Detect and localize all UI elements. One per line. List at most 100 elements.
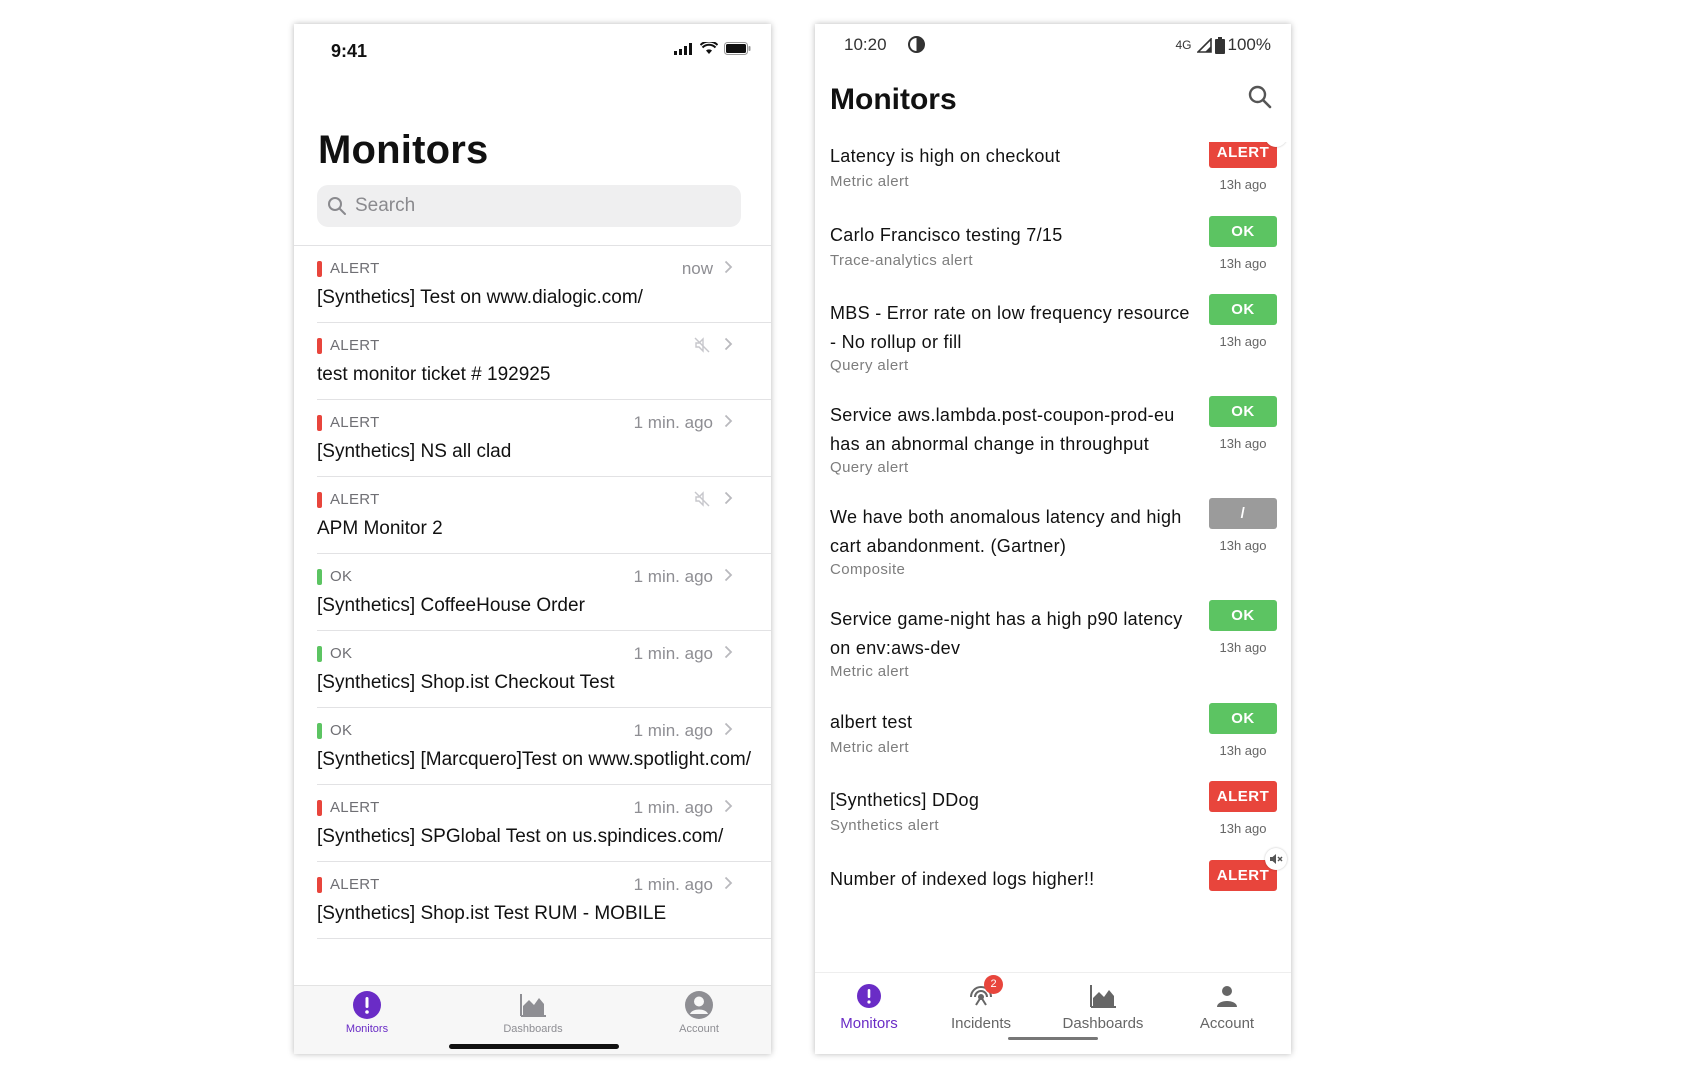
chevron-right-icon (724, 799, 733, 818)
monitor-list-item[interactable]: Service game-night has a high p90 latenc… (815, 600, 1291, 685)
monitor-meta-row: OK 1 min. ago (317, 554, 751, 588)
dnd-icon (908, 36, 925, 53)
monitor-list-item[interactable]: ALERT 1 min. ago [Synthetics] SPGlobal Tes… (317, 785, 771, 862)
battery-icon (1214, 36, 1225, 54)
monitor-list-item[interactable]: [Synthetics] DDog Synthetics alert ALERT 13… (815, 781, 1291, 866)
monitor-time: 1 min. ago (633, 721, 713, 740)
search-input[interactable] (353, 194, 737, 218)
status-badge: OK (1209, 396, 1277, 427)
nav-monitors[interactable]: Monitors (815, 983, 924, 1032)
tab-dashboards[interactable]: Dashboards (473, 990, 593, 1035)
monitor-meta-row: ALERT 1 min. ago (317, 400, 751, 434)
monitor-time: 13h ago (1219, 821, 1267, 836)
chevron-right-icon (724, 491, 733, 510)
monitor-status: OK (330, 568, 353, 585)
monitor-name: test monitor ticket # 192925 (317, 364, 551, 385)
tab-monitors[interactable]: Monitors (307, 990, 427, 1035)
monitor-list-item[interactable]: OK 1 min. ago [Synthetics] CoffeeHouse Ord… (317, 554, 771, 631)
nav-account[interactable]: Account (1172, 983, 1282, 1032)
nav-incidents[interactable]: 2 Incidents (926, 975, 1036, 1032)
monitor-meta-row: ALERT 1 min. ago (317, 862, 751, 896)
monitor-list-item[interactable]: Service aws.lambda.post-coupon-prod-eu h… (815, 396, 1291, 481)
monitor-name: [Synthetics] Test on www.dialogic.com/ (317, 287, 643, 308)
monitor-list-item[interactable]: ALERT 1 min. ago [Synthetics] NS all clad (317, 400, 771, 477)
status-badge: OK (1209, 294, 1277, 325)
status-badge: / (1209, 498, 1277, 529)
monitor-name: Latency is high on checkout (830, 146, 1061, 166)
monitor-list-item[interactable]: MBS - Error rate on low frequency resour… (815, 294, 1291, 379)
monitor-status: ALERT (330, 414, 380, 431)
monitor-meta-row: ALERT (317, 477, 751, 511)
area-chart-icon (1090, 985, 1116, 1008)
monitor-type: Query alert (830, 357, 909, 374)
status-indicator (317, 415, 322, 431)
network-type: 4G (1175, 38, 1192, 52)
monitor-name: [Synthetics] Shop.ist Test RUM - MOBILE (317, 903, 667, 924)
monitor-list-item[interactable]: Carlo Francisco testing 7/15 Trace-analyt… (815, 216, 1291, 301)
bottom-navigation: Monitors 2 Incidents Dashboards Account (815, 972, 1291, 1054)
monitor-list: Latency is high on checkout Metric alert A… (815, 142, 1291, 972)
nav-dashboards[interactable]: Dashboards (1048, 983, 1158, 1032)
account-icon (685, 991, 713, 1019)
monitor-name: [Synthetics] [Marcquero]Test on www.spot… (317, 749, 752, 770)
tab-label: Account (679, 1023, 719, 1035)
monitor-list: ALERT now [Synthetics] Test on www.dialogi… (294, 245, 771, 986)
monitor-list-item[interactable]: We have both anomalous latency and high … (815, 498, 1291, 583)
ios-screen: 9:41 Monitors ALERT now [Synthetics] Test … (294, 24, 771, 1054)
nav-label: Monitors (840, 1015, 898, 1032)
search-icon (328, 197, 346, 215)
status-badge: OK (1209, 600, 1277, 631)
nav-label: Dashboards (1062, 1015, 1144, 1032)
monitor-name: MBS - Error rate on low frequency resour… (830, 303, 1190, 352)
tab-account[interactable]: Account (639, 990, 759, 1035)
monitor-list-item[interactable]: ALERT APM Monitor 2 (317, 477, 771, 554)
monitor-name: [Synthetics] DDog (830, 790, 980, 810)
monitor-type: Composite (830, 561, 906, 578)
tab-bar: Monitors Dashboards Account (294, 985, 771, 1054)
status-badge: OK (1209, 703, 1277, 734)
battery-percent: 100% (1227, 35, 1271, 54)
monitor-type: Metric alert (830, 663, 909, 680)
monitor-meta-row: ALERT 1 min. ago (317, 785, 751, 819)
monitor-meta-row: OK 1 min. ago (317, 631, 751, 665)
monitor-name: APM Monitor 2 (317, 518, 443, 539)
search-icon[interactable] (1247, 84, 1273, 110)
chevron-right-icon (724, 414, 733, 433)
status-indicator (317, 723, 322, 739)
status-time: 9:41 (331, 41, 368, 61)
muted-icon (1265, 848, 1287, 870)
monitor-status: ALERT (330, 260, 380, 277)
monitor-status: ALERT (330, 491, 380, 508)
nav-label: Incidents (950, 1015, 1012, 1032)
signal-icon (674, 42, 692, 55)
chevron-right-icon (724, 337, 733, 356)
status-indicator (317, 492, 322, 508)
monitor-list-item[interactable]: Latency is high on checkout Metric alert A… (815, 142, 1291, 222)
monitor-list-item[interactable]: ALERT test monitor ticket # 192925 (317, 323, 771, 400)
monitor-time: 1 min. ago (633, 413, 713, 432)
search-field[interactable] (317, 185, 741, 227)
muted-icon (693, 336, 711, 359)
monitor-list-item[interactable]: OK 1 min. ago [Synthetics] Shop.ist Checko… (317, 631, 771, 708)
monitor-type: Metric alert (830, 173, 909, 190)
monitor-list-item[interactable]: ALERT 1 min. ago [Synthetics] Shop.ist Tes… (317, 862, 771, 939)
tab-label: Monitors (345, 1023, 389, 1035)
ios-status-bar: 9:41 (294, 24, 771, 78)
monitor-list-item[interactable]: albert test Metric alert OK 13h ago (815, 703, 1291, 788)
tab-label: Dashboards (503, 1023, 563, 1035)
monitor-list-item[interactable]: Number of indexed logs higher!! ALERT (815, 848, 1291, 945)
monitor-name: Service aws.lambda.post-coupon-prod-eu h… (830, 405, 1175, 454)
android-status-bar: 10:20 4G 100% (815, 24, 1291, 64)
monitor-list-item[interactable]: ALERT now [Synthetics] Test on www.dialogi… (317, 246, 771, 323)
monitor-time: 1 min. ago (633, 644, 713, 663)
monitor-type: Metric alert (830, 739, 909, 756)
monitor-type: Trace-analytics alert (830, 252, 973, 269)
monitor-time: 1 min. ago (633, 567, 713, 586)
monitor-list-item[interactable]: OK 1 min. ago [Synthetics] [Marcquero]Test… (317, 708, 771, 785)
monitor-time: 13h ago (1219, 436, 1267, 451)
chevron-right-icon (724, 876, 733, 895)
monitor-time: 13h ago (1219, 177, 1267, 192)
area-chart-icon (520, 994, 546, 1017)
status-indicator (317, 338, 322, 354)
monitor-status: ALERT (330, 799, 380, 816)
